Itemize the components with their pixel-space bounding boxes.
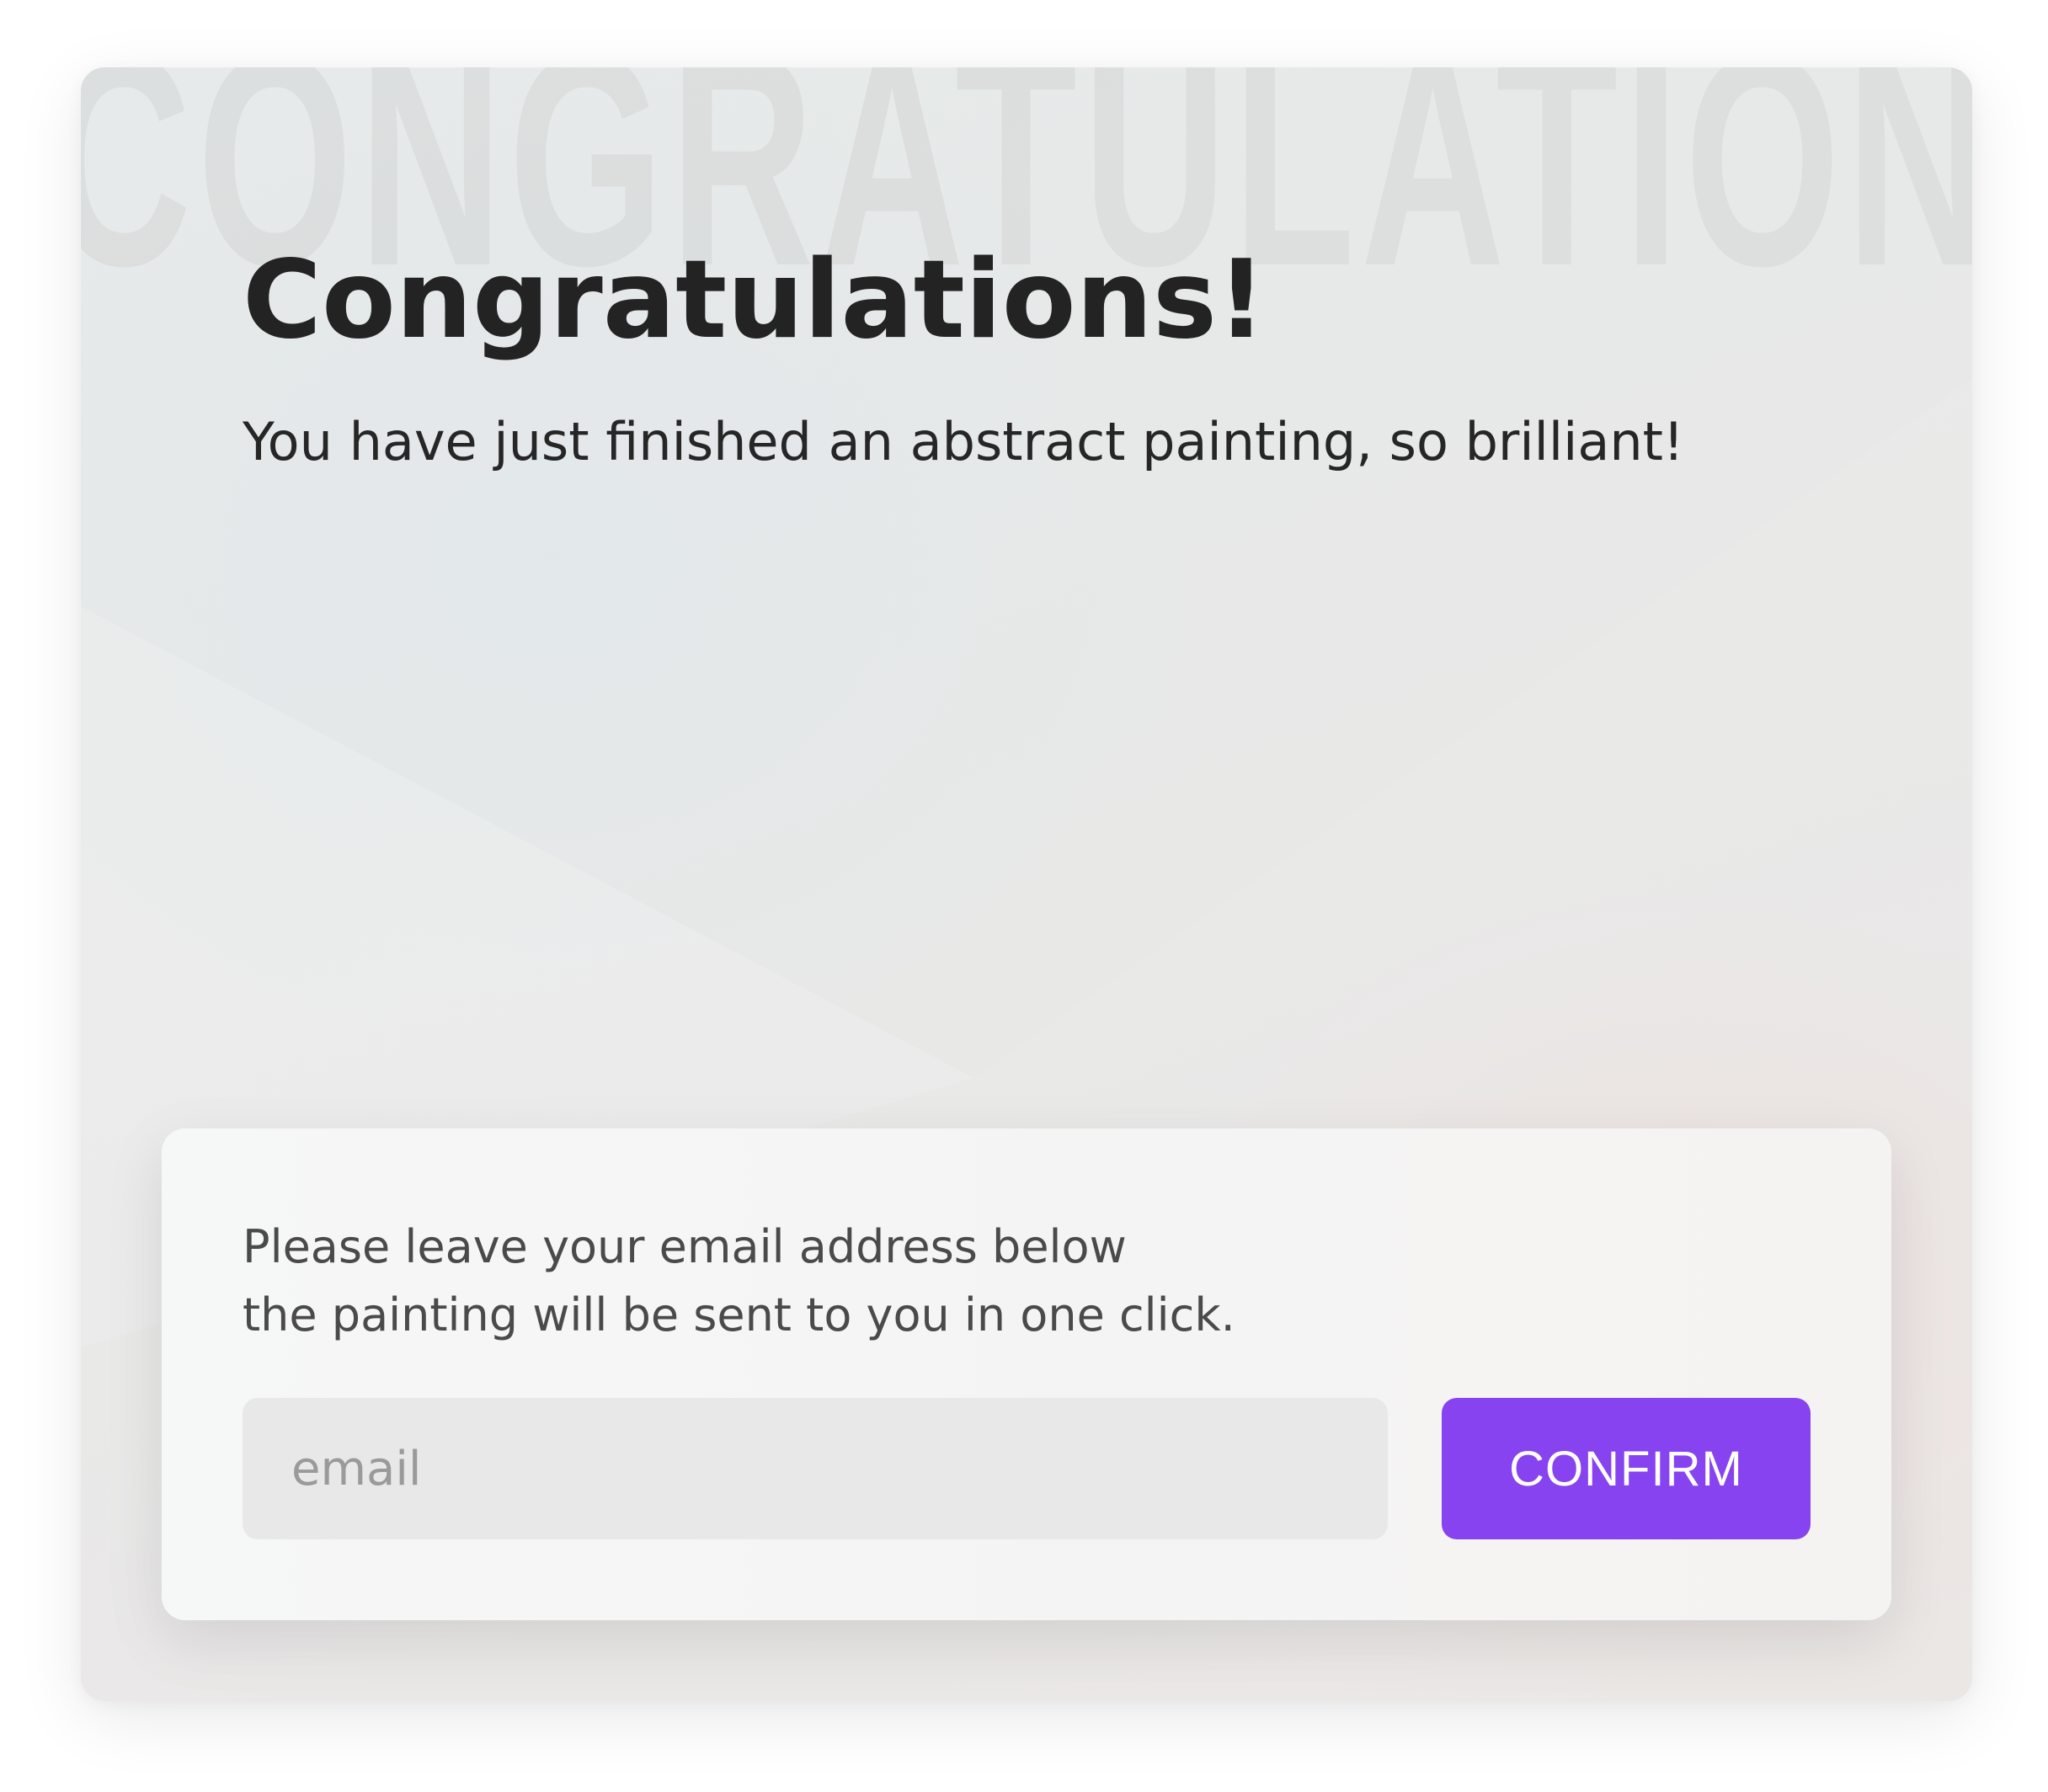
email-prompt: Please leave your email address below th… xyxy=(243,1213,1235,1349)
email-prompt-line-1: Please leave your email address below xyxy=(243,1220,1127,1273)
email-prompt-line-2: the painting will be sent to you in one … xyxy=(243,1288,1235,1341)
confirm-button[interactable]: CONFIRM xyxy=(1442,1398,1811,1539)
email-input[interactable] xyxy=(243,1398,1388,1539)
email-form-panel: Please leave your email address below th… xyxy=(162,1128,1891,1620)
page-title: Congratulations! xyxy=(243,237,1267,363)
congratulations-card: CONGRATULATIONS Congratulations! You hav… xyxy=(81,67,1972,1701)
page-subtitle: You have just finished an abstract paint… xyxy=(243,411,1684,472)
